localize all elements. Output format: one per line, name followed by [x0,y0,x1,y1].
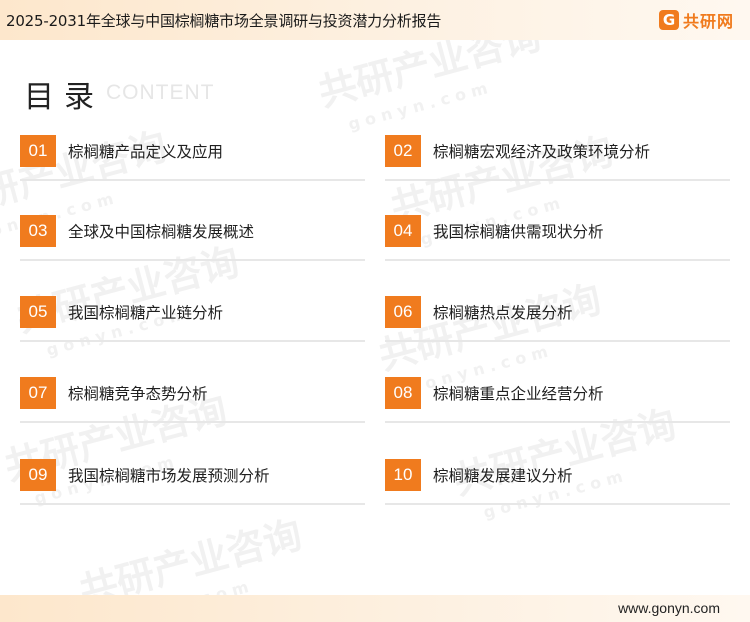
brand-logo-icon: G [658,10,679,30]
toc-item[interactable]: 09 我国棕榈糖市场发展预测分析 [20,459,365,507]
toc-divider [20,503,365,505]
brand-name: 共研网 [682,12,734,31]
toc-divider [20,259,365,261]
footer-url[interactable]: www.gonyn.com [618,600,720,616]
toc-item-number: 06 [385,296,421,328]
toc-item-label: 棕榈糖竞争态势分析 [68,385,208,403]
toc-item-number: 03 [20,215,56,247]
toc-heading: 目录 [24,80,104,115]
toc-divider [385,259,730,261]
toc-item-number: 02 [385,135,421,167]
toc-item-label: 棕榈糖热点发展分析 [433,304,573,322]
toc-item-label: 棕榈糖宏观经济及政策环境分析 [433,143,651,161]
toc-item-number: 01 [20,135,56,167]
watermark-domain: g o n y n . c o m [346,78,489,133]
toc-item[interactable]: 01 棕榈糖产品定义及应用 [20,135,365,183]
report-title: 2025-2031年全球与中国棕榈糖市场全景调研与投资潜力分析报告 [6,12,442,30]
toc-item[interactable]: 05 我国棕榈糖产业链分析 [20,296,365,344]
watermark-brand: 共研产业咨询 [75,512,307,595]
toc-divider [385,503,730,505]
toc-item[interactable]: 06 棕榈糖热点发展分析 [385,296,730,344]
header-bar: 2025-2031年全球与中国棕榈糖市场全景调研与投资潜力分析报告 G 共研网 [0,0,750,40]
toc-item-number: 09 [20,459,56,491]
toc-item-number: 08 [385,377,421,409]
toc-item[interactable]: 04 我国棕榈糖供需现状分析 [385,215,730,263]
watermark-domain: g o n y n . c o m [107,577,250,595]
toc-item-number: 10 [385,459,421,491]
toc-item[interactable]: 07 棕榈糖竞争态势分析 [20,377,365,425]
toc-subheading: CONTENT [106,81,215,104]
toc-item-label: 我国棕榈糖产业链分析 [68,304,224,322]
toc-item[interactable]: 02 棕榈糖宏观经济及政策环境分析 [385,135,730,183]
toc-item[interactable]: 10 棕榈糖发展建议分析 [385,459,730,507]
toc-item-label: 我国棕榈糖供需现状分析 [433,223,604,241]
toc-item-label: 棕榈糖重点企业经营分析 [433,385,604,403]
toc-divider [385,340,730,342]
toc-item[interactable]: 03 全球及中国棕榈糖发展概述 [20,215,365,263]
toc-divider [20,179,365,181]
toc-item[interactable]: 08 棕榈糖重点企业经营分析 [385,377,730,425]
toc-item-label: 全球及中国棕榈糖发展概述 [68,223,255,241]
toc-item-number: 07 [20,377,56,409]
footer-bar: www.gonyn.com [0,595,750,622]
toc-item-label: 棕榈糖产品定义及应用 [68,143,224,161]
toc-divider [20,340,365,342]
toc-divider [385,421,730,423]
toc-divider [385,179,730,181]
toc-item-label: 棕榈糖发展建议分析 [433,467,573,485]
brand-logo: G 共研网 [658,8,734,32]
toc-item-number: 04 [385,215,421,247]
watermark-brand: 共研产业咨询 [314,40,546,115]
toc-item-label: 我国棕榈糖市场发展预测分析 [68,467,270,485]
toc-divider [20,421,365,423]
toc-item-number: 05 [20,296,56,328]
